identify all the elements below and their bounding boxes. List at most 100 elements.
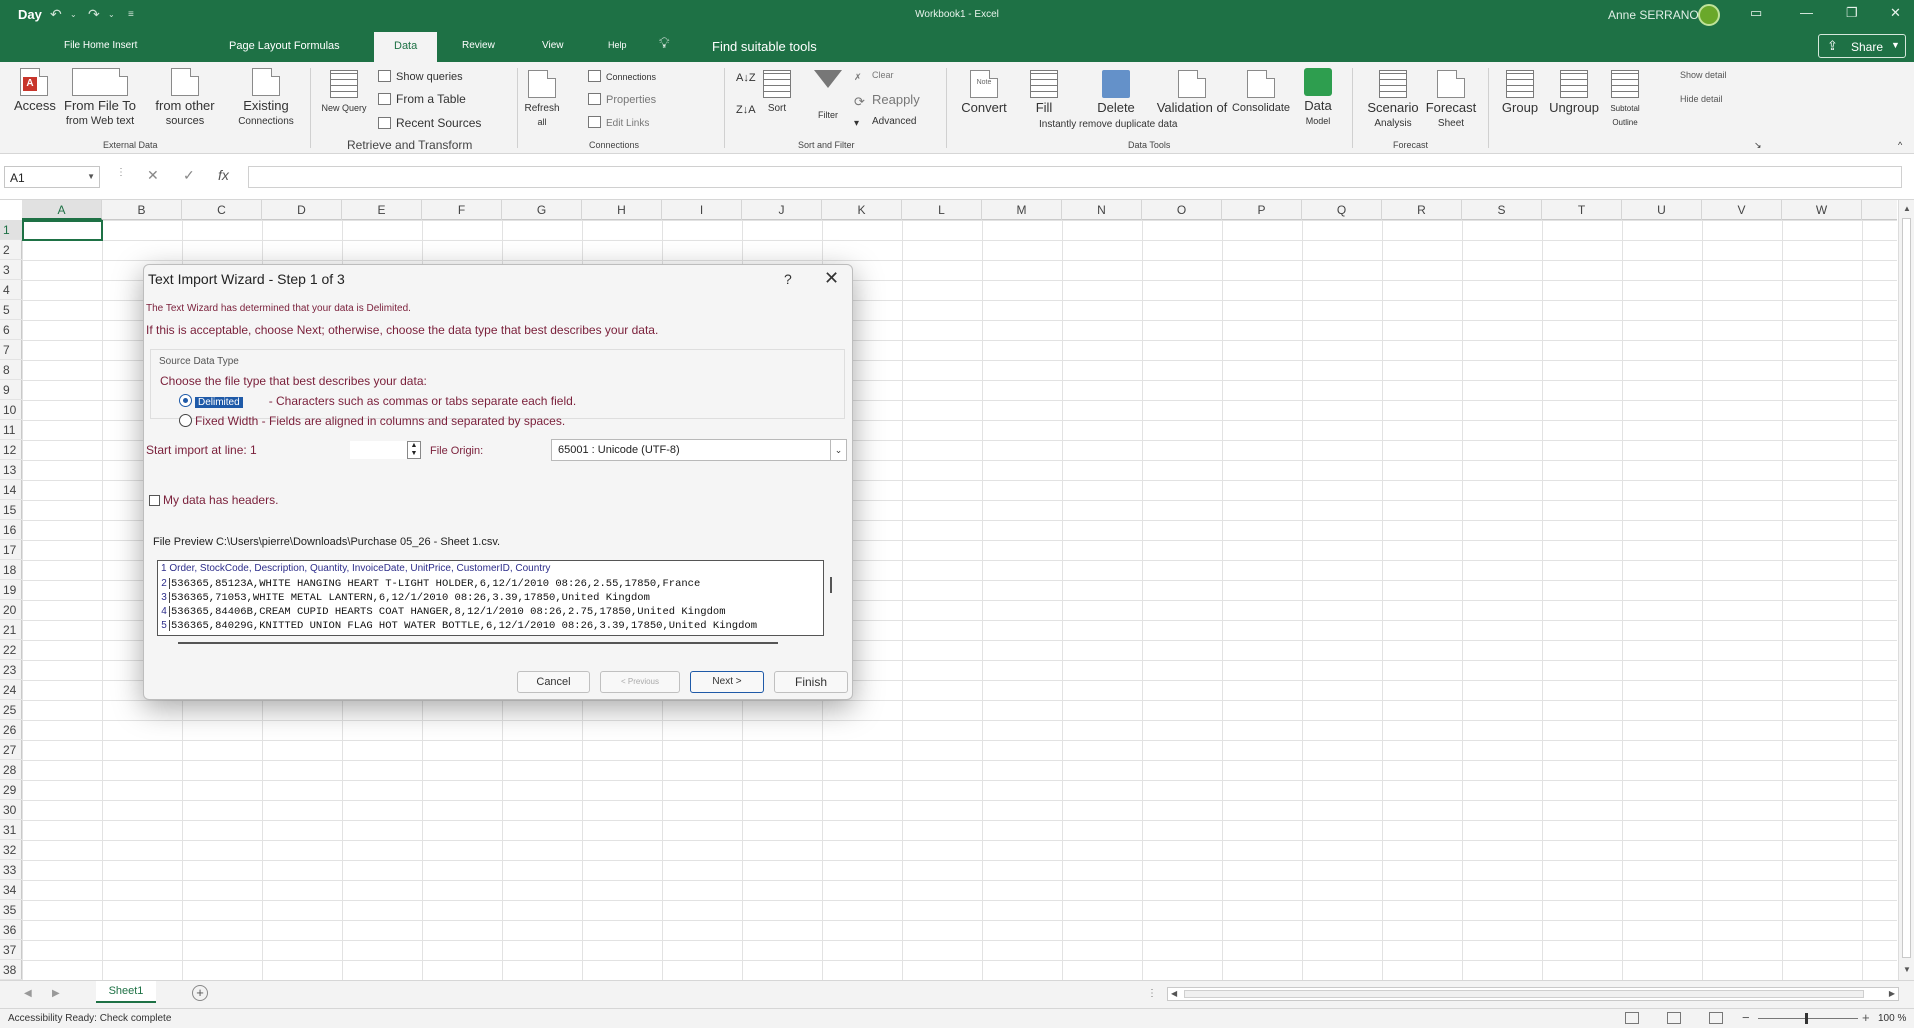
row-header[interactable]: 22: [0, 640, 22, 660]
row-header[interactable]: 11: [0, 420, 22, 440]
row-header[interactable]: 2: [0, 240, 22, 260]
row-header[interactable]: 13: [0, 460, 22, 480]
file-origin-select[interactable]: 65001 : Unicode (UTF-8) ⌄: [551, 439, 847, 461]
subtotal-button[interactable]: Subtotal Outline: [1604, 70, 1646, 129]
fill-button[interactable]: Fill: [1024, 70, 1064, 116]
sort-za-icon[interactable]: Z↓A: [736, 104, 756, 116]
group-button[interactable]: Group: [1496, 70, 1544, 116]
normal-view-icon[interactable]: [1625, 1012, 1639, 1024]
column-header[interactable]: A: [22, 200, 102, 220]
row-header[interactable]: 35: [0, 900, 22, 920]
enter-icon[interactable]: ✓: [183, 167, 195, 184]
row-header[interactable]: 7: [0, 340, 22, 360]
row-header[interactable]: 14: [0, 480, 22, 500]
scroll-left-icon[interactable]: ◀: [1171, 989, 1177, 998]
avatar[interactable]: [1698, 4, 1720, 26]
from-web-text-button[interactable]: From File To from Web text: [60, 68, 140, 128]
row-header[interactable]: 5: [0, 300, 22, 320]
share-button[interactable]: ⇪ Share ▼: [1818, 34, 1906, 58]
delimited-radio[interactable]: Delimited - Characters such as commas or …: [179, 394, 576, 408]
vertical-scrollbar[interactable]: ▲ ▼: [1898, 200, 1914, 980]
consolidate-button[interactable]: Consolidate: [1230, 70, 1292, 115]
finish-button[interactable]: Finish: [774, 671, 848, 693]
row-header[interactable]: 26: [0, 720, 22, 740]
zoom-in-icon[interactable]: +: [1862, 1010, 1870, 1025]
start-line-stepper[interactable]: ▲ ▼: [407, 441, 421, 459]
restore-icon[interactable]: ❐: [1846, 5, 1858, 21]
page-layout-view-icon[interactable]: [1667, 1012, 1681, 1024]
forecast-sheet-button[interactable]: Forecast Sheet: [1424, 70, 1478, 130]
column-header[interactable]: G: [502, 200, 582, 220]
row-header[interactable]: 10: [0, 400, 22, 420]
connections-small-button[interactable]: Connections: [588, 70, 656, 82]
name-box[interactable]: A1 ▼: [4, 166, 100, 188]
row-header[interactable]: 20: [0, 600, 22, 620]
edit-links-button[interactable]: Edit Links: [588, 116, 649, 129]
previous-button[interactable]: < Previous: [600, 671, 680, 693]
scrollbar-thumb[interactable]: [1902, 218, 1911, 958]
column-header[interactable]: O: [1142, 200, 1222, 220]
preview-horizontal-scrollbar[interactable]: [178, 642, 778, 644]
row-header[interactable]: 9: [0, 380, 22, 400]
column-header[interactable]: K: [822, 200, 902, 220]
row-header[interactable]: 3: [0, 260, 22, 280]
column-header[interactable]: I: [662, 200, 742, 220]
column-header[interactable]: T: [1542, 200, 1622, 220]
zoom-level[interactable]: 100 %: [1878, 1013, 1906, 1024]
row-header[interactable]: 30: [0, 800, 22, 820]
column-header[interactable]: H: [582, 200, 662, 220]
delete-duplicates-button[interactable]: Delete: [1094, 70, 1138, 116]
column-header[interactable]: D: [262, 200, 342, 220]
column-header[interactable]: S: [1462, 200, 1542, 220]
column-header[interactable]: W: [1782, 200, 1862, 220]
row-header[interactable]: 21: [0, 620, 22, 640]
row-header[interactable]: 31: [0, 820, 22, 840]
filter-button[interactable]: Filter: [812, 70, 844, 120]
column-header[interactable]: M: [982, 200, 1062, 220]
tab-data[interactable]: Data: [374, 32, 438, 62]
sort-button[interactable]: Sort: [760, 70, 794, 115]
next-sheet-icon[interactable]: ▶: [52, 988, 60, 999]
scenario-analysis-button[interactable]: Scenario Analysis: [1366, 70, 1420, 130]
sheet-tab[interactable]: Sheet1: [96, 981, 156, 1003]
data-validation-button[interactable]: Validation of: [1152, 70, 1232, 116]
column-header[interactable]: J: [742, 200, 822, 220]
column-header[interactable]: C: [182, 200, 262, 220]
clear-button[interactable]: ✗ Clear: [854, 70, 894, 84]
tab-view[interactable]: View: [542, 40, 564, 51]
scroll-down-icon[interactable]: ▼: [1903, 965, 1911, 974]
scroll-up-icon[interactable]: ▲: [1903, 204, 1911, 213]
from-other-sources-button[interactable]: from other sources: [150, 68, 220, 128]
from-table-button[interactable]: From a Table: [378, 92, 466, 106]
active-cell[interactable]: [22, 220, 103, 241]
close-window-icon[interactable]: ✕: [1890, 5, 1901, 21]
show-detail-button[interactable]: Show detail: [1680, 70, 1727, 80]
help-icon[interactable]: ?: [784, 271, 792, 287]
page-break-view-icon[interactable]: [1709, 1012, 1723, 1024]
column-header[interactable]: R: [1382, 200, 1462, 220]
row-header[interactable]: 15: [0, 500, 22, 520]
fixed-width-radio[interactable]: Fixed Width - Fields are aligned in colu…: [179, 414, 565, 428]
horizontal-scrollbar[interactable]: ◀ ▶: [1167, 987, 1899, 1001]
row-header[interactable]: 8: [0, 360, 22, 380]
sort-az-icon[interactable]: A↓Z: [736, 72, 756, 84]
scroll-right-icon[interactable]: ▶: [1889, 989, 1895, 998]
column-header[interactable]: V: [1702, 200, 1782, 220]
advanced-button[interactable]: ▾ Advanced: [854, 116, 916, 130]
ribbon-display-icon[interactable]: ▭: [1750, 5, 1762, 21]
existing-connections-button[interactable]: Existing Connections: [234, 68, 298, 128]
column-header[interactable]: N: [1062, 200, 1142, 220]
tab-review[interactable]: Review: [462, 40, 495, 51]
refresh-all-button[interactable]: Refresh all: [522, 70, 562, 129]
scrollbar-thumb[interactable]: [1184, 990, 1864, 998]
zoom-out-icon[interactable]: −: [1742, 1010, 1750, 1025]
row-header[interactable]: 6: [0, 320, 22, 340]
cancel-entry-icon[interactable]: ✕: [147, 167, 159, 184]
tab-help[interactable]: Help: [608, 40, 627, 50]
data-model-button[interactable]: Data Model: [1300, 68, 1336, 128]
file-preview-box[interactable]: 1 Order, StockCode, Description, Quantit…: [157, 560, 824, 636]
collapse-ribbon-icon[interactable]: ^: [1898, 140, 1902, 150]
recent-sources-button[interactable]: Recent Sources: [378, 116, 481, 130]
row-header[interactable]: 37: [0, 940, 22, 960]
new-query-button[interactable]: New Query: [318, 70, 370, 115]
